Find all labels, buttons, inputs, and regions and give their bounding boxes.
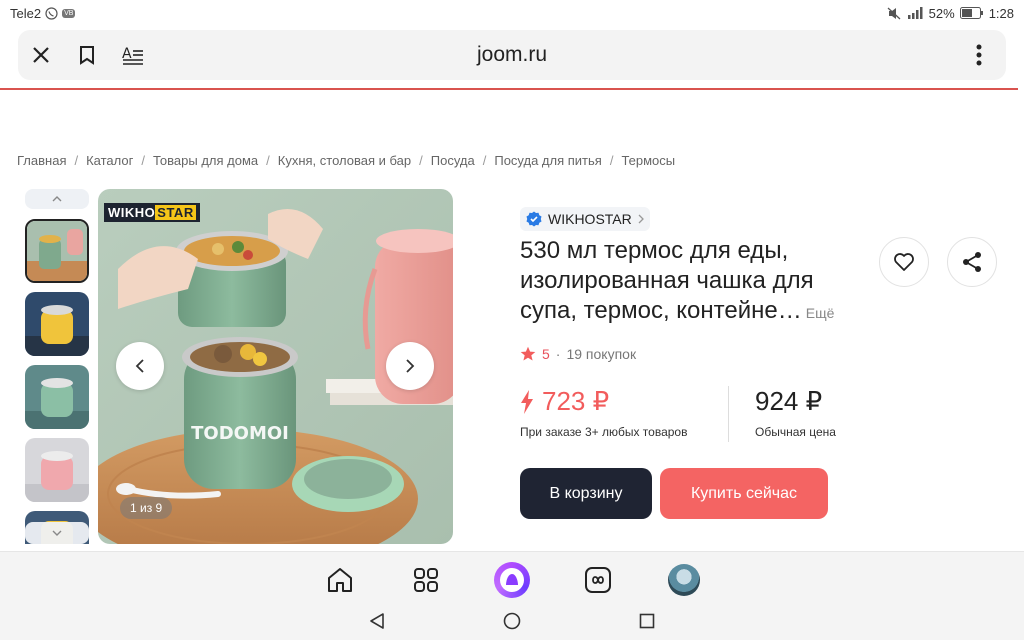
product-main-image[interactable]: TODOMOI WIKHO STAR 1 из 9 <box>98 189 453 544</box>
call-icon <box>45 6 58 20</box>
nav-profile-button[interactable] <box>665 561 703 599</box>
chevron-down-icon <box>52 530 62 536</box>
back-triangle-icon <box>370 613 384 629</box>
share-button[interactable] <box>947 237 997 287</box>
breadcrumb-home[interactable]: Главная <box>17 153 66 168</box>
next-image-button[interactable] <box>386 342 434 390</box>
price-divider <box>728 386 729 442</box>
thumbnail-1[interactable] <box>25 219 89 283</box>
heart-icon <box>894 253 914 271</box>
recents-square-icon <box>639 613 655 629</box>
status-bar: Tele2 VB 52% 1:28 <box>0 0 1024 26</box>
carrier-label: Tele2 <box>10 5 42 21</box>
seller-link[interactable]: WIKHOSTAR <box>520 207 650 231</box>
reader-mode-button[interactable]: A <box>110 32 156 78</box>
browser-menu-button[interactable] <box>956 32 1002 78</box>
chevron-up-icon <box>52 196 62 202</box>
rating-value: 5 <box>542 346 550 362</box>
home-circle-icon <box>503 612 521 630</box>
alice-assistant-icon <box>494 561 530 598</box>
lightning-icon <box>521 389 533 414</box>
close-icon <box>33 47 49 63</box>
add-to-cart-button[interactable]: В корзину <box>520 468 652 519</box>
buy-now-button[interactable]: Купить сейчас <box>660 468 828 519</box>
promo-price-block: 723 ₽ При заказе 3+ любых товаров <box>520 386 687 439</box>
thumbnails-down-button[interactable] <box>25 522 89 544</box>
thumbnail-3[interactable] <box>25 365 89 429</box>
reader-mode-icon: A <box>122 46 143 65</box>
system-navigation-bar <box>0 607 1024 640</box>
chevron-left-icon <box>135 359 144 373</box>
purchase-count: 19 покупок <box>566 346 637 362</box>
regular-price: 924 ₽ <box>755 386 823 416</box>
favorite-button[interactable] <box>879 237 929 287</box>
thumbnail-strip <box>25 189 91 544</box>
verified-badge-icon <box>526 211 542 227</box>
bottom-navigation <box>0 551 1024 607</box>
breadcrumb-dishes[interactable]: Посуда <box>431 153 475 168</box>
breadcrumb-drinkware[interactable]: Посуда для питья <box>494 153 601 168</box>
system-home-button[interactable] <box>503 612 521 635</box>
close-tab-button[interactable] <box>18 32 64 78</box>
banner-divider <box>0 88 1018 90</box>
avatar <box>668 563 700 596</box>
nav-feed-button[interactable] <box>579 561 617 599</box>
system-back-button[interactable] <box>369 612 385 635</box>
volte-icon: VB <box>62 8 76 18</box>
image-counter: 1 из 9 <box>120 497 173 519</box>
breadcrumb-kitchen[interactable]: Кухня, столовая и бар <box>278 153 411 168</box>
breadcrumb-thermoses[interactable]: Термосы <box>621 153 675 168</box>
clock: 1:28 <box>988 5 1014 21</box>
thumbnails-up-button[interactable] <box>25 189 89 209</box>
nav-alice-button[interactable] <box>493 561 531 599</box>
home-icon <box>328 567 352 592</box>
signal-icon <box>906 7 924 19</box>
thumbnail-2[interactable] <box>25 292 89 356</box>
nav-home-button[interactable] <box>321 561 359 599</box>
product-title: 530 мл термос для еды, изолированная чаш… <box>520 237 835 324</box>
share-icon <box>963 252 981 272</box>
prev-image-button[interactable] <box>116 342 164 390</box>
seller-name: WIKHOSTAR <box>548 211 632 227</box>
star-icon <box>520 346 536 361</box>
bookmark-button[interactable] <box>64 32 110 78</box>
more-vertical-icon <box>976 44 982 66</box>
chevron-right-icon <box>638 214 644 224</box>
promo-price: 723 ₽ <box>542 386 610 416</box>
bookmark-icon <box>80 46 94 65</box>
thermos-print: TODOMOI <box>191 423 289 444</box>
breadcrumb: Главная / Каталог / Товары для дома / Кухня… <box>17 153 676 168</box>
system-recents-button[interactable] <box>639 613 655 634</box>
nav-catalog-button[interactable] <box>407 561 445 599</box>
regular-price-note: Обычная цена <box>755 425 836 439</box>
grid-icon <box>414 567 438 592</box>
rating-row[interactable]: 5 · 19 покупок <box>520 346 636 362</box>
title-more-link[interactable]: Ещё <box>806 305 835 321</box>
infinity-icon <box>585 566 611 593</box>
chevron-right-icon <box>406 359 415 373</box>
regular-price-block: 924 ₽ Обычная цена <box>755 386 836 439</box>
url-text[interactable]: joom.ru <box>18 43 1006 67</box>
breadcrumb-home-goods[interactable]: Товары для дома <box>153 153 258 168</box>
mute-icon <box>887 7 901 20</box>
battery-percent: 52% <box>928 5 955 21</box>
battery-icon <box>959 7 984 19</box>
brand-watermark: WIKHO STAR <box>104 203 200 222</box>
browser-toolbar: A joom.ru <box>18 30 1006 80</box>
rating-separator: · <box>555 346 561 362</box>
breadcrumb-catalog[interactable]: Каталог <box>86 153 133 168</box>
promo-price-note: При заказе 3+ любых товаров <box>520 425 688 439</box>
thumbnail-4[interactable] <box>25 438 89 502</box>
